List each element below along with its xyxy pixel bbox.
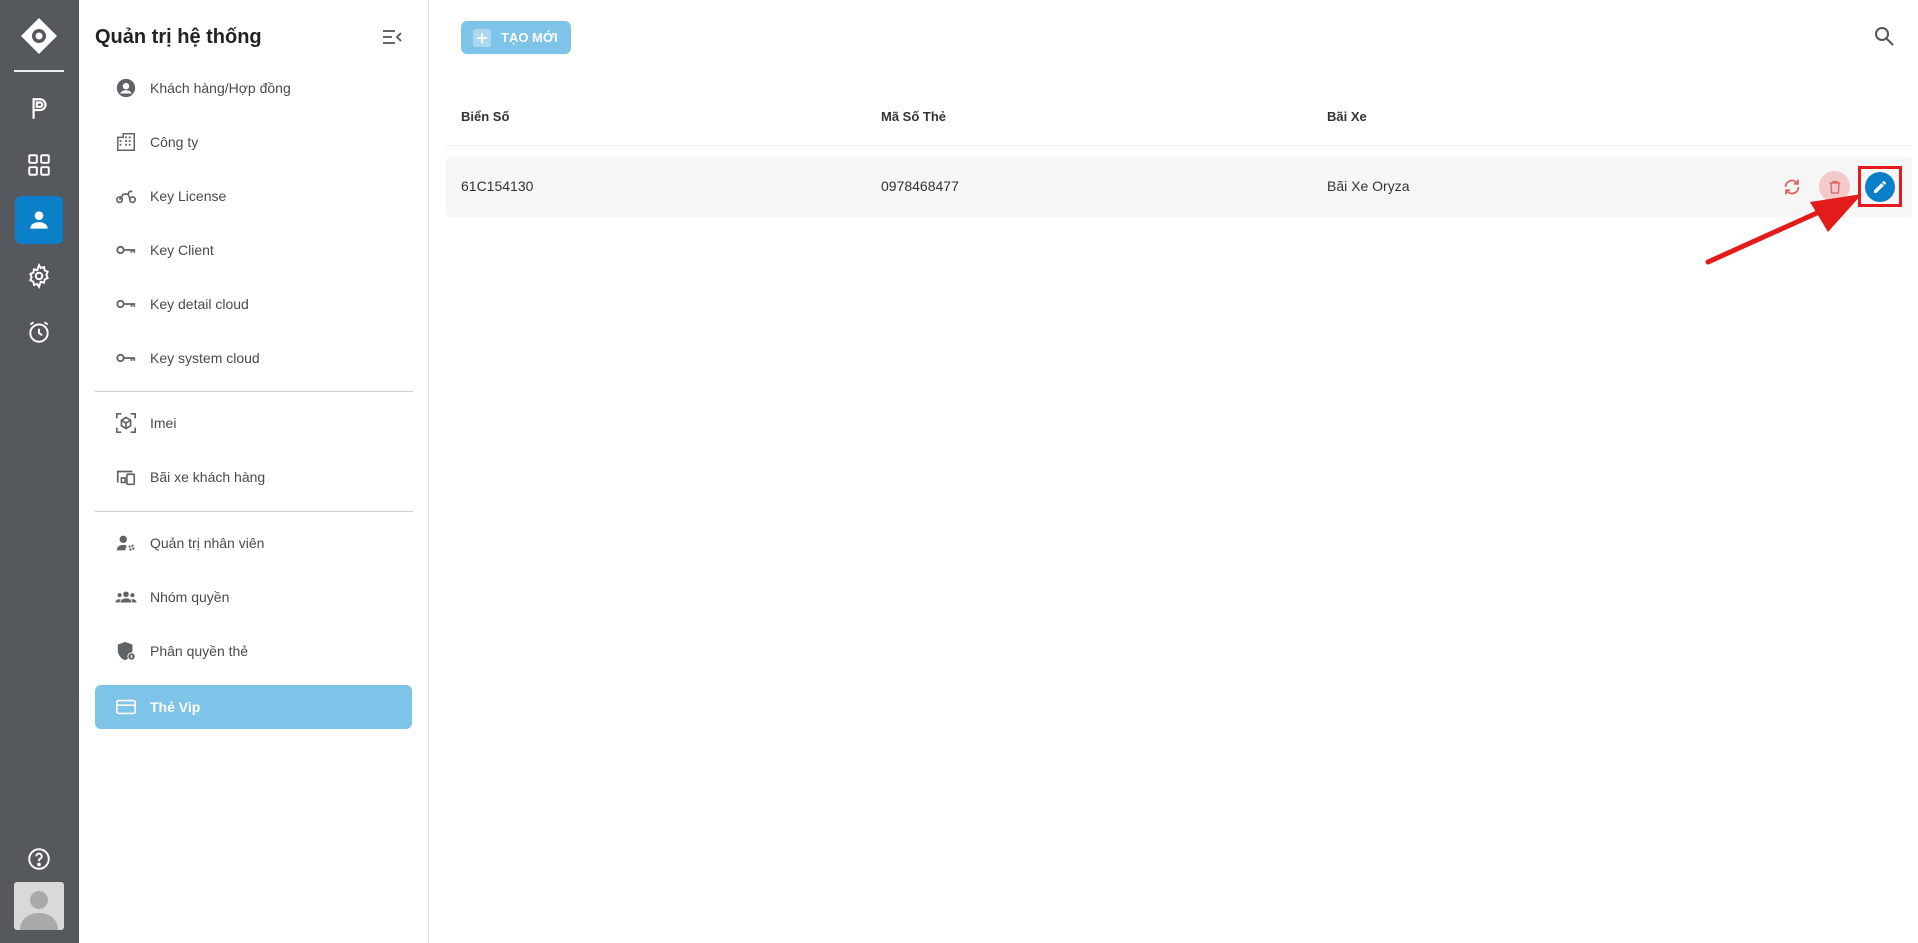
sidebar-item-label: Khách hàng/Hợp đồng	[150, 80, 291, 96]
motorbike-icon	[114, 184, 138, 208]
shield-lock-icon	[114, 639, 138, 663]
sidebar-item-label: Phân quyền thẻ	[150, 643, 249, 659]
sidebar-divider	[95, 391, 413, 392]
sidebar-item-key-license[interactable]: Key License	[95, 174, 412, 218]
create-new-label: TẠO MỚI	[501, 30, 558, 45]
user-icon	[30, 211, 48, 229]
sidebar-item-label: Key License	[150, 188, 227, 204]
cell-plate: 61C154130	[461, 178, 534, 194]
help-icon	[28, 848, 50, 870]
sidebar: Quản trị hệ thống Khách hàng/Hợp đồng Cô…	[79, 0, 429, 943]
grid-icon	[28, 154, 50, 176]
icon-rail	[0, 0, 79, 943]
group-icon	[114, 585, 138, 609]
collapse-menu-icon[interactable]	[381, 27, 403, 47]
sidebar-item-key-detail-cloud[interactable]: Key detail cloud	[95, 282, 412, 326]
cell-parking-lot: Bãi Xe Oryza	[1327, 178, 1410, 194]
plus-icon	[473, 28, 491, 47]
sidebar-item-label: Key Client	[150, 242, 214, 258]
parking-icon	[32, 98, 47, 119]
account-circle-icon	[114, 76, 138, 100]
rail-history-button[interactable]	[15, 308, 63, 356]
sidebar-item-label: Quản trị nhân viên	[150, 535, 265, 551]
column-header-card-number[interactable]: Mã Số Thẻ	[881, 109, 946, 124]
main-content: TẠO MỚI Biển Số Mã Số Thẻ Bãi Xe 61C1541…	[430, 0, 1918, 943]
app-logo-icon[interactable]	[20, 17, 58, 55]
column-header-plate[interactable]: Biển Số	[461, 109, 509, 124]
sidebar-item-key-client[interactable]: Key Client	[95, 228, 412, 272]
header-divider	[446, 145, 1912, 146]
annotation-arrow-icon	[1705, 194, 1862, 265]
cube-scan-icon	[114, 411, 138, 435]
gear-icon	[29, 263, 49, 289]
sidebar-item-staff-admin[interactable]: Quản trị nhân viên	[95, 521, 412, 565]
rail-admin-button[interactable]	[15, 196, 63, 244]
user-avatar-icon	[20, 891, 58, 930]
rail-parking-button[interactable]	[15, 85, 63, 133]
key-icon	[114, 346, 138, 370]
devices-icon	[114, 465, 138, 489]
sidebar-item-label: Nhóm quyền	[150, 589, 230, 605]
search-icon[interactable]	[1872, 24, 1896, 48]
sidebar-item-company[interactable]: Công ty	[95, 120, 412, 164]
timer-icon	[29, 321, 49, 343]
sidebar-item-label: Thẻ Vip	[150, 699, 201, 715]
app: Quản trị hệ thống Khách hàng/Hợp đồng Cô…	[0, 0, 1918, 943]
sidebar-item-label: Key system cloud	[150, 350, 260, 366]
sidebar-item-label: Imei	[150, 415, 177, 431]
sidebar-item-permission-group[interactable]: Nhóm quyền	[95, 575, 412, 619]
sidebar-item-label: Bãi xe khách hàng	[150, 469, 266, 485]
sidebar-item-customer-parking[interactable]: Bãi xe khách hàng	[95, 455, 412, 499]
user-gear-icon	[114, 531, 138, 555]
sidebar-item-vip-card[interactable]: Thẻ Vip	[95, 685, 412, 729]
table-row[interactable]: 61C154130 0978468477 Bãi Xe Oryza	[446, 157, 1912, 217]
sidebar-item-label: Key detail cloud	[150, 296, 249, 312]
rail-dashboard-button[interactable]	[15, 141, 63, 189]
sidebar-divider	[95, 511, 413, 512]
sidebar-title: Quản trị hệ thống	[95, 26, 262, 48]
key-icon	[114, 238, 138, 262]
key-icon	[114, 292, 138, 316]
sidebar-item-card-permission[interactable]: Phân quyền thẻ	[95, 629, 412, 673]
avatar[interactable]	[14, 882, 64, 930]
rail-settings-button[interactable]	[15, 252, 63, 300]
sidebar-item-imei[interactable]: Imei	[95, 401, 412, 445]
building-icon	[114, 130, 138, 154]
column-header-parking-lot[interactable]: Bãi Xe	[1327, 109, 1367, 124]
sidebar-item-customers[interactable]: Khách hàng/Hợp đồng	[95, 66, 412, 110]
sidebar-item-label: Công ty	[150, 134, 199, 150]
create-new-button[interactable]: TẠO MỚI	[461, 21, 571, 54]
cell-card-number: 0978468477	[881, 178, 959, 194]
credit-card-icon	[114, 695, 138, 719]
rail-help-button[interactable]	[15, 835, 63, 883]
sidebar-item-key-system-cloud[interactable]: Key system cloud	[95, 336, 412, 380]
rail-separator	[14, 70, 64, 72]
